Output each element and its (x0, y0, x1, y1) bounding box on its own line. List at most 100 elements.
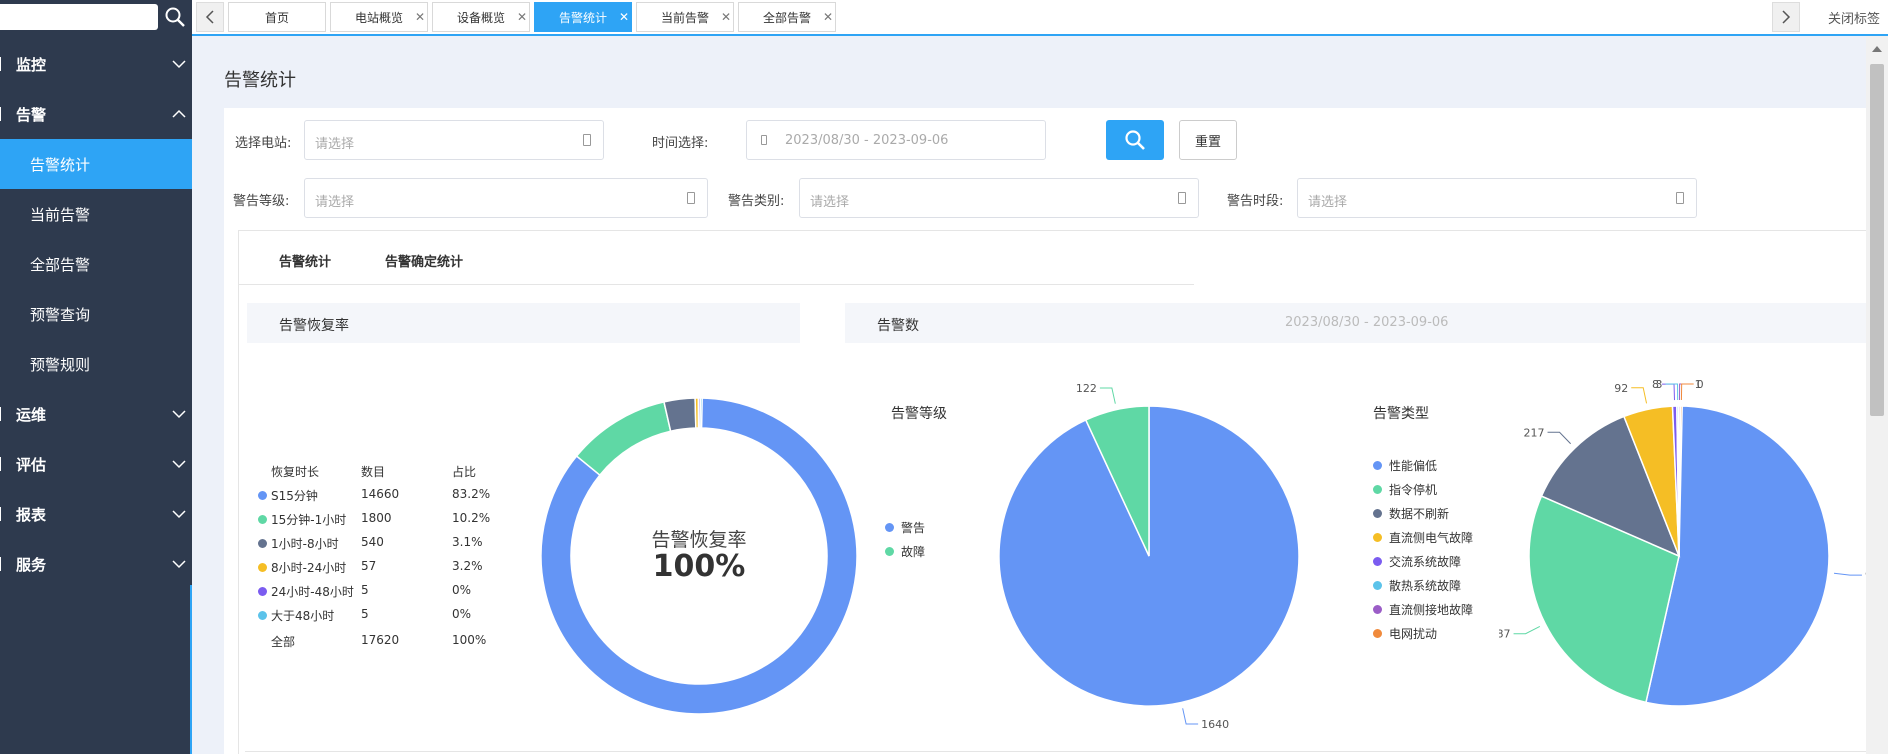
tab-label: 告警统计 (558, 10, 607, 25)
level-select[interactable]: 请选择 (304, 178, 708, 218)
sidebar-subitem-current-alarm[interactable]: 当前告警 (0, 189, 192, 239)
tab-scroll-right-button[interactable] (1772, 2, 1800, 32)
type-placeholder: 请选择 (810, 195, 850, 210)
type-label: 92 (1614, 382, 1628, 395)
close-tabs-button[interactable]: 关闭标签 (1828, 8, 1880, 27)
legend-label: 数据不刷新 (1389, 507, 1450, 521)
level-pie-chart: 1640 122 (998, 382, 1300, 731)
scroll-thumb[interactable] (1870, 64, 1884, 416)
table-row[interactable]: 大于48小时 5 0% (258, 607, 511, 627)
type-label-line (1547, 431, 1572, 445)
period-select[interactable]: 请选择 (1297, 178, 1697, 218)
type-pie-chart: 931487217928310 (1499, 378, 1879, 707)
chevron-down-icon (172, 510, 186, 519)
chevron-down-icon (172, 60, 186, 69)
subtab-alarm-stats[interactable]: 告警统计 (279, 251, 331, 270)
legend-dot (1373, 605, 1382, 614)
dropdown-icon (1676, 192, 1684, 204)
sidebar-subitem-all-alarm[interactable]: 全部告警 (0, 239, 192, 289)
sidebar-subitem-warning-rules[interactable]: 预警规则 (0, 339, 192, 389)
period-placeholder: 请选择 (1308, 195, 1348, 210)
sidebar-item-label: 报表 (16, 505, 47, 524)
period-label: 警告时段: (1227, 194, 1284, 209)
type-label: 3 (1656, 378, 1663, 391)
sidebar-item-monitor[interactable]: 监控 (0, 39, 192, 89)
sidebar-subitem-warning-query[interactable]: 预警查询 (0, 289, 192, 339)
level-label: 警告等级: (233, 194, 290, 209)
type-select[interactable]: 请选择 (799, 178, 1199, 218)
legend-dot (1373, 629, 1382, 638)
legend-label: 性能偏低 (1389, 459, 1438, 473)
sidebar-item-ops[interactable]: 运维 (0, 389, 192, 439)
close-icon[interactable]: ✕ (823, 11, 833, 23)
table-row-total[interactable]: 全部 17620 100% (271, 633, 511, 653)
time-range-input[interactable]: 2023/08/30 - 2023-09-06 (746, 120, 1046, 160)
sidebar-item-report[interactable]: 报表 (0, 489, 192, 539)
tab-bar: 首页 电站概览 ✕ 设备概览 ✕ 告警统计 ✕ 当前告警 ✕ 全部告警 ✕ 关闭… (192, 0, 1888, 36)
tab-device-overview[interactable]: 设备概览 ✕ (432, 2, 530, 32)
close-icon[interactable]: ✕ (619, 11, 629, 23)
chevron-left-icon (205, 10, 214, 24)
dropdown-icon (583, 134, 591, 146)
bottom-divider (245, 751, 1867, 752)
close-icon[interactable]: ✕ (415, 11, 425, 23)
legend-label: 交流系统故障 (1389, 555, 1462, 569)
sidebar-search-input[interactable] (0, 4, 158, 30)
search-icon[interactable] (164, 6, 186, 28)
legend-dot (1373, 461, 1382, 470)
sidebar-item-alarm[interactable]: 告警 (0, 89, 192, 139)
subtab-alarm-confirm-stats[interactable]: 告警确定统计 (385, 251, 463, 270)
tab-label: 电站概览 (354, 10, 403, 25)
time-range-value: 2023/08/30 - 2023-09-06 (785, 133, 949, 148)
chevron-up-icon (172, 109, 186, 118)
search-button[interactable] (1106, 120, 1164, 160)
legend-dot (1373, 581, 1382, 590)
reset-button[interactable]: 重置 (1179, 120, 1237, 160)
type-label-line (1665, 383, 1679, 401)
tab-all-alarm[interactable]: 全部告警 ✕ (738, 2, 836, 32)
tab-scroll-left-button[interactable] (196, 2, 224, 32)
type-label: 警告类别: (728, 194, 785, 209)
scroll-up-icon[interactable] (1872, 46, 1882, 52)
donut-center-value: 100% (652, 549, 746, 584)
row-pct: 3.1% (452, 535, 483, 549)
table-row[interactable]: 24小时-48小时 5 0% (258, 583, 511, 603)
sidebar-item-service[interactable]: 服务 (0, 539, 192, 589)
donut-center-title: 告警恢复率 (651, 529, 747, 551)
level-placeholder: 请选择 (315, 195, 355, 210)
level-label: 122 (1076, 382, 1097, 395)
chevron-down-icon (172, 560, 186, 569)
row-name: 全部 (271, 635, 296, 649)
recovery-slice[interactable] (663, 397, 697, 433)
table-row[interactable]: 8小时-24小时 57 3.2% (258, 559, 511, 579)
legend-dot (258, 491, 267, 500)
page-scrollbar[interactable] (1866, 36, 1888, 754)
table-row[interactable]: S15分钟 14660 83.2% (258, 487, 511, 507)
sidebar-item-label: 评估 (16, 455, 47, 474)
station-select[interactable]: 请选择 (304, 120, 604, 160)
tab-alarm-stats[interactable]: 告警统计 ✕ (534, 2, 632, 32)
chevron-down-icon (172, 410, 186, 419)
sidebar-item-label: 运维 (16, 405, 47, 424)
tab-label: 首页 (264, 10, 289, 25)
legend-label: 电网扰动 (1389, 627, 1438, 641)
sidebar-item-evaluate[interactable]: 评估 (0, 439, 192, 489)
sidebar-subitem-label: 全部告警 (30, 255, 91, 274)
row-count: 5 (361, 607, 369, 621)
calendar-icon (761, 135, 767, 145)
legend-label: 直流侧电气故障 (1389, 531, 1474, 545)
tab-current-alarm[interactable]: 当前告警 ✕ (636, 2, 734, 32)
tab-home[interactable]: 首页 (228, 2, 326, 32)
close-icon[interactable]: ✕ (721, 11, 731, 23)
tab-station-overview[interactable]: 电站概览 ✕ (330, 2, 428, 32)
sidebar-search (0, 4, 192, 32)
sidebar-subitem-alarm-stats[interactable]: 告警统计 (0, 139, 192, 189)
recovery-slice[interactable] (575, 401, 672, 477)
close-icon[interactable]: ✕ (517, 11, 527, 23)
recovery-slice[interactable] (699, 397, 703, 429)
table-row[interactable]: 15分钟-1小时 1800 10.2% (258, 511, 511, 531)
table-row[interactable]: 1小时-8小时 540 3.1% (258, 535, 511, 555)
legend-dot (258, 515, 267, 524)
monitor-icon (0, 57, 1, 71)
type-label: 0 (1697, 378, 1704, 391)
